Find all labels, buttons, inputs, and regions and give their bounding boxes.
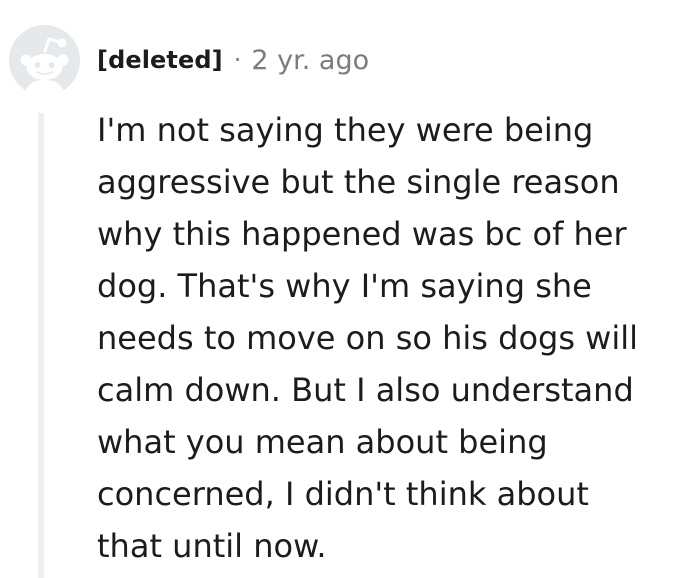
comment-body-line: concerned, I didn't think about <box>97 475 589 513</box>
comment-body: I'm not saying they were being aggressiv… <box>97 104 667 572</box>
comment-body-line: I'm not saying they were being <box>97 111 594 149</box>
author-name[interactable]: [deleted] <box>97 46 223 74</box>
comment-timestamp[interactable]: 2 yr. ago <box>251 45 369 76</box>
comment-meta: [deleted] · 2 yr. ago <box>97 40 369 80</box>
comment-body-line: what you mean about being <box>97 423 548 461</box>
comment-body-line: needs to move on so his dogs will <box>97 319 639 357</box>
thread-line[interactable] <box>38 113 44 578</box>
comment-body-line: why this happened was bc of her <box>97 215 627 253</box>
comment: [deleted] · 2 yr. ago I'm not saying the… <box>0 0 673 578</box>
comment-body-line: aggressive but the single reason <box>97 163 620 201</box>
comment-body-line: calm down. But I also understand <box>97 371 634 409</box>
meta-separator: · <box>233 46 242 74</box>
comment-body-line: dog. That's why I'm saying she <box>97 267 592 305</box>
avatar[interactable] <box>9 25 80 96</box>
reddit-default-avatar-icon <box>20 37 69 96</box>
comment-body-line: that until now. <box>97 527 327 565</box>
